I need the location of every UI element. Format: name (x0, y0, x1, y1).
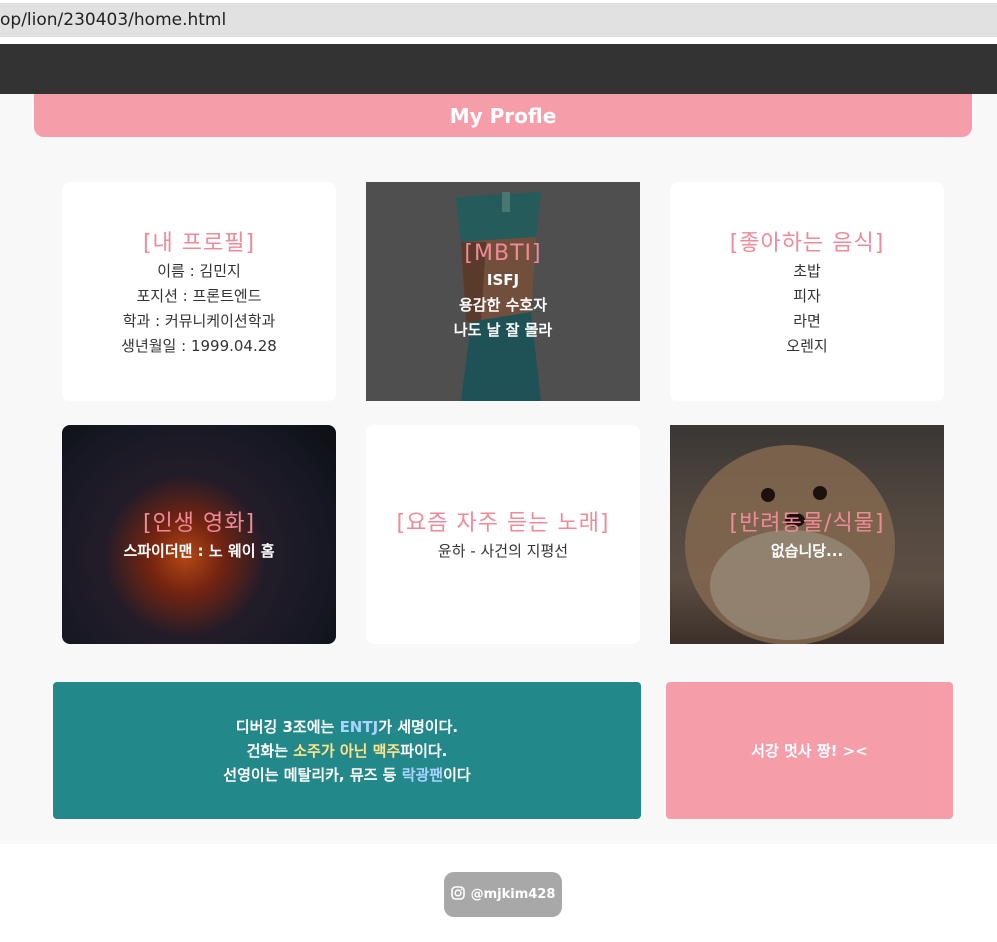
card-line: 생년월일 : 1999.04.28 (121, 336, 277, 355)
card-line: ISFJ (486, 270, 520, 289)
card-line: 라면 (793, 311, 821, 330)
card-line: 피자 (793, 286, 821, 305)
card-line: 용감한 수호자 (458, 295, 548, 314)
browser-address-bar: op/lion/230403/home.html (0, 0, 997, 40)
song-card: [요즘 자주 듣는 노래] 윤하 - 사건의 지평선 (366, 425, 640, 644)
card-title: [인생 영화] (142, 511, 256, 536)
food-card: [좋아하는 음식] 초밥 피자 라면 오렌지 (670, 182, 944, 401)
movie-card: [인생 영화] 스파이더맨 : 노 웨이 홈 (62, 425, 336, 644)
card-line: 없습니당... (770, 542, 844, 560)
banner-line: 선영이는 메탈리카, 뮤즈 등 락광팬이다 (223, 765, 471, 784)
banner-line: 디버깅 3조에는 ENTJ가 세명이다. (235, 717, 459, 736)
card-title: [내 프로필] (142, 230, 256, 256)
card-line: 나도 날 잘 몰라 (453, 320, 553, 339)
profile-card: [내 프로필] 이름 : 김민지 포지션 : 프론트엔드 학과 : 커뮤니케이션… (62, 182, 336, 401)
card-line: 초밥 (793, 261, 821, 280)
slogan-banner: 서강 멋사 짱! >< (666, 682, 953, 819)
card-line: 오렌지 (786, 336, 828, 355)
card-title: [좋아하는 음식] (729, 230, 885, 256)
team-info-banner: 디버깅 3조에는 ENTJ가 세명이다. 건화는 소주가 아닌 맥주파이다. 선… (53, 682, 641, 819)
card-title: [요즘 자주 듣는 노래] (396, 511, 610, 536)
main-content: My Profle [내 프로필] 이름 : 김민지 포지션 : 프론트엔드 학… (0, 94, 997, 844)
instagram-handle: @mjkim428 (470, 887, 556, 902)
card-line: 학과 : 커뮤니케이션학과 (122, 311, 276, 330)
url-field[interactable]: op/lion/230403/home.html (0, 3, 997, 37)
card-line: 윤하 - 사건의 지평선 (437, 542, 569, 560)
page-title: My Profle (34, 94, 972, 137)
pet-card: [반려동물/식물] 없습니당... (670, 425, 944, 644)
instagram-link[interactable]: @mjkim428 (444, 872, 562, 917)
card-line: 포지션 : 프론트엔드 (136, 286, 262, 305)
instagram-icon (450, 885, 465, 904)
card-title: [MBTI] (464, 240, 542, 266)
card-line: 이름 : 김민지 (157, 261, 241, 280)
card-title: [반려동물/식물] (729, 511, 885, 536)
top-navbar (0, 44, 997, 94)
slogan-text: 서강 멋사 짱! >< (751, 742, 868, 760)
card-line: 스파이더맨 : 노 웨이 홈 (123, 542, 275, 560)
banner-line: 건화는 소주가 아닌 맥주파이다. (246, 741, 448, 760)
mbti-card: [MBTI] ISFJ 용감한 수호자 나도 날 잘 몰라 (366, 182, 640, 401)
